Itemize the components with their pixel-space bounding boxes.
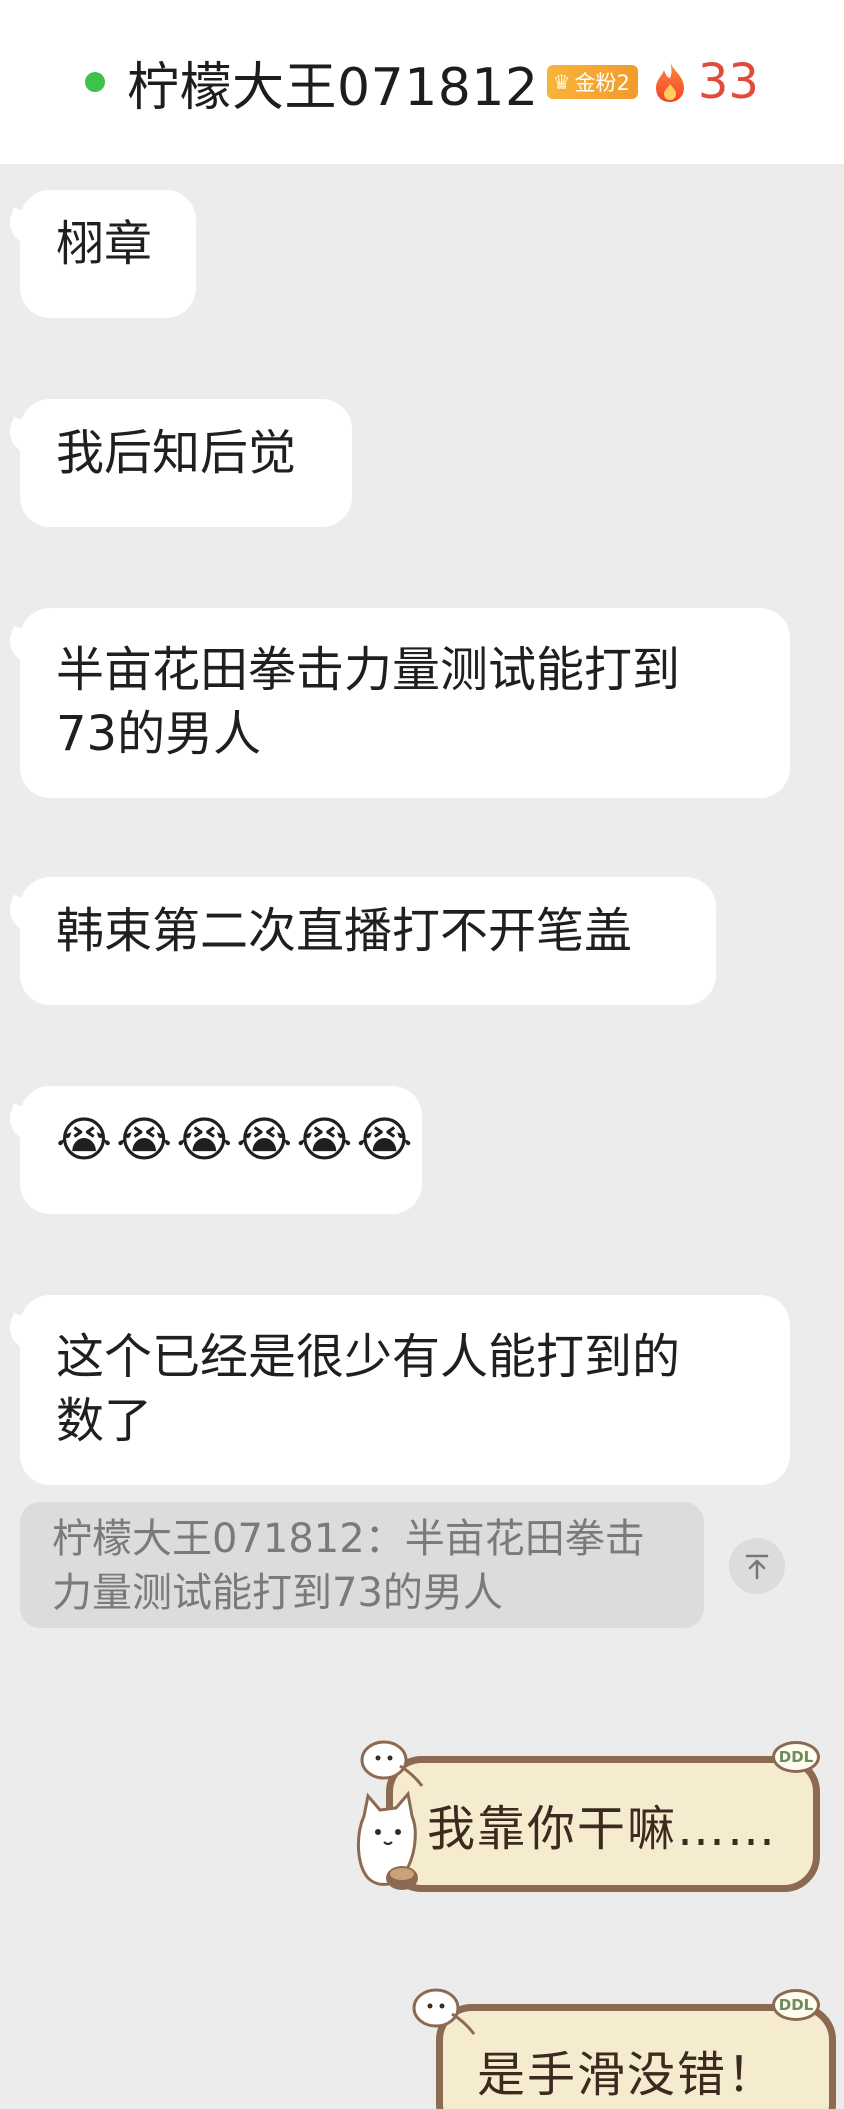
message-text: 我靠你干嘛…… [427, 1801, 778, 1857]
message-bubble[interactable]: 韩束第二次直播打不开笔盖 [20, 877, 716, 1005]
quote-text-line: 柠檬大王071812：半亩花田拳击 [52, 1516, 645, 1562]
fan-level-badge[interactable]: ♛ 金粉2 [546, 65, 638, 99]
outgoing-message-bubble[interactable]: 是手滑没错！ [436, 2004, 836, 2109]
fan-badge-label: 金粉2 [574, 71, 630, 95]
ddl-tag: DDL [772, 1989, 820, 2021]
message-bubble[interactable]: 这个已经是很少有人能打到的 数了 [20, 1295, 790, 1485]
message-text-line: 数了 [56, 1393, 153, 1449]
crying-face-icon: 😭 [236, 1112, 293, 1168]
message-bubble[interactable]: 栩章 [20, 190, 196, 318]
arrow-up-icon [745, 1554, 769, 1580]
crying-face-icon: 😭 [296, 1112, 353, 1168]
emoji-row: 😭 😭 😭 😭 😭 😭 [56, 1108, 413, 1172]
cat-decoration-icon [356, 1790, 418, 1890]
message-text: 我后知后觉 [56, 425, 297, 481]
crying-face-icon: 😭 [116, 1112, 173, 1168]
online-status-dot [85, 72, 106, 92]
message-bubble[interactable]: 我后知后觉 [20, 399, 352, 527]
crying-face-icon: 😭 [176, 1112, 233, 1168]
message-text-line: 73的男人 [56, 706, 262, 762]
fire-icon [655, 62, 684, 102]
message-text-line: 这个已经是很少有人能打到的 [56, 1329, 681, 1385]
quoted-message[interactable]: 柠檬大王071812：半亩花田拳击 力量测试能打到73的男人 [20, 1502, 704, 1628]
message-text: 是手滑没错！ [477, 2047, 778, 2103]
message-bubble[interactable]: 半亩花田拳击力量测试能打到 73的男人 [20, 608, 790, 798]
message-bubble[interactable]: 😭 😭 😭 😭 😭 😭 [20, 1086, 422, 1214]
message-text: 栩章 [56, 216, 153, 272]
chat-header: 柠檬大王071812 ♛ 金粉2 33 [0, 0, 844, 164]
ghost-decoration-icon [360, 1740, 424, 1787]
crying-face-icon: 😭 [56, 1112, 113, 1168]
quote-text-line: 力量测试能打到73的男人 [52, 1570, 503, 1616]
ddl-tag: DDL [772, 1741, 820, 1773]
contact-name[interactable]: 柠檬大王071812 [127, 45, 539, 120]
outgoing-message-bubble[interactable]: 我靠你干嘛…… [386, 1756, 820, 1892]
crying-face-icon: 😭 [356, 1112, 413, 1168]
ghost-decoration-icon [412, 1988, 476, 2035]
message-text: 韩束第二次直播打不开笔盖 [56, 903, 633, 959]
streak-count: 33 [697, 54, 759, 110]
jump-to-quote-button[interactable] [729, 1538, 785, 1594]
crown-icon: ♛ [552, 70, 571, 94]
message-text-line: 半亩花田拳击力量测试能打到 [56, 642, 681, 698]
chat-header-title-row: 柠檬大王071812 ♛ 金粉2 33 [85, 45, 759, 120]
